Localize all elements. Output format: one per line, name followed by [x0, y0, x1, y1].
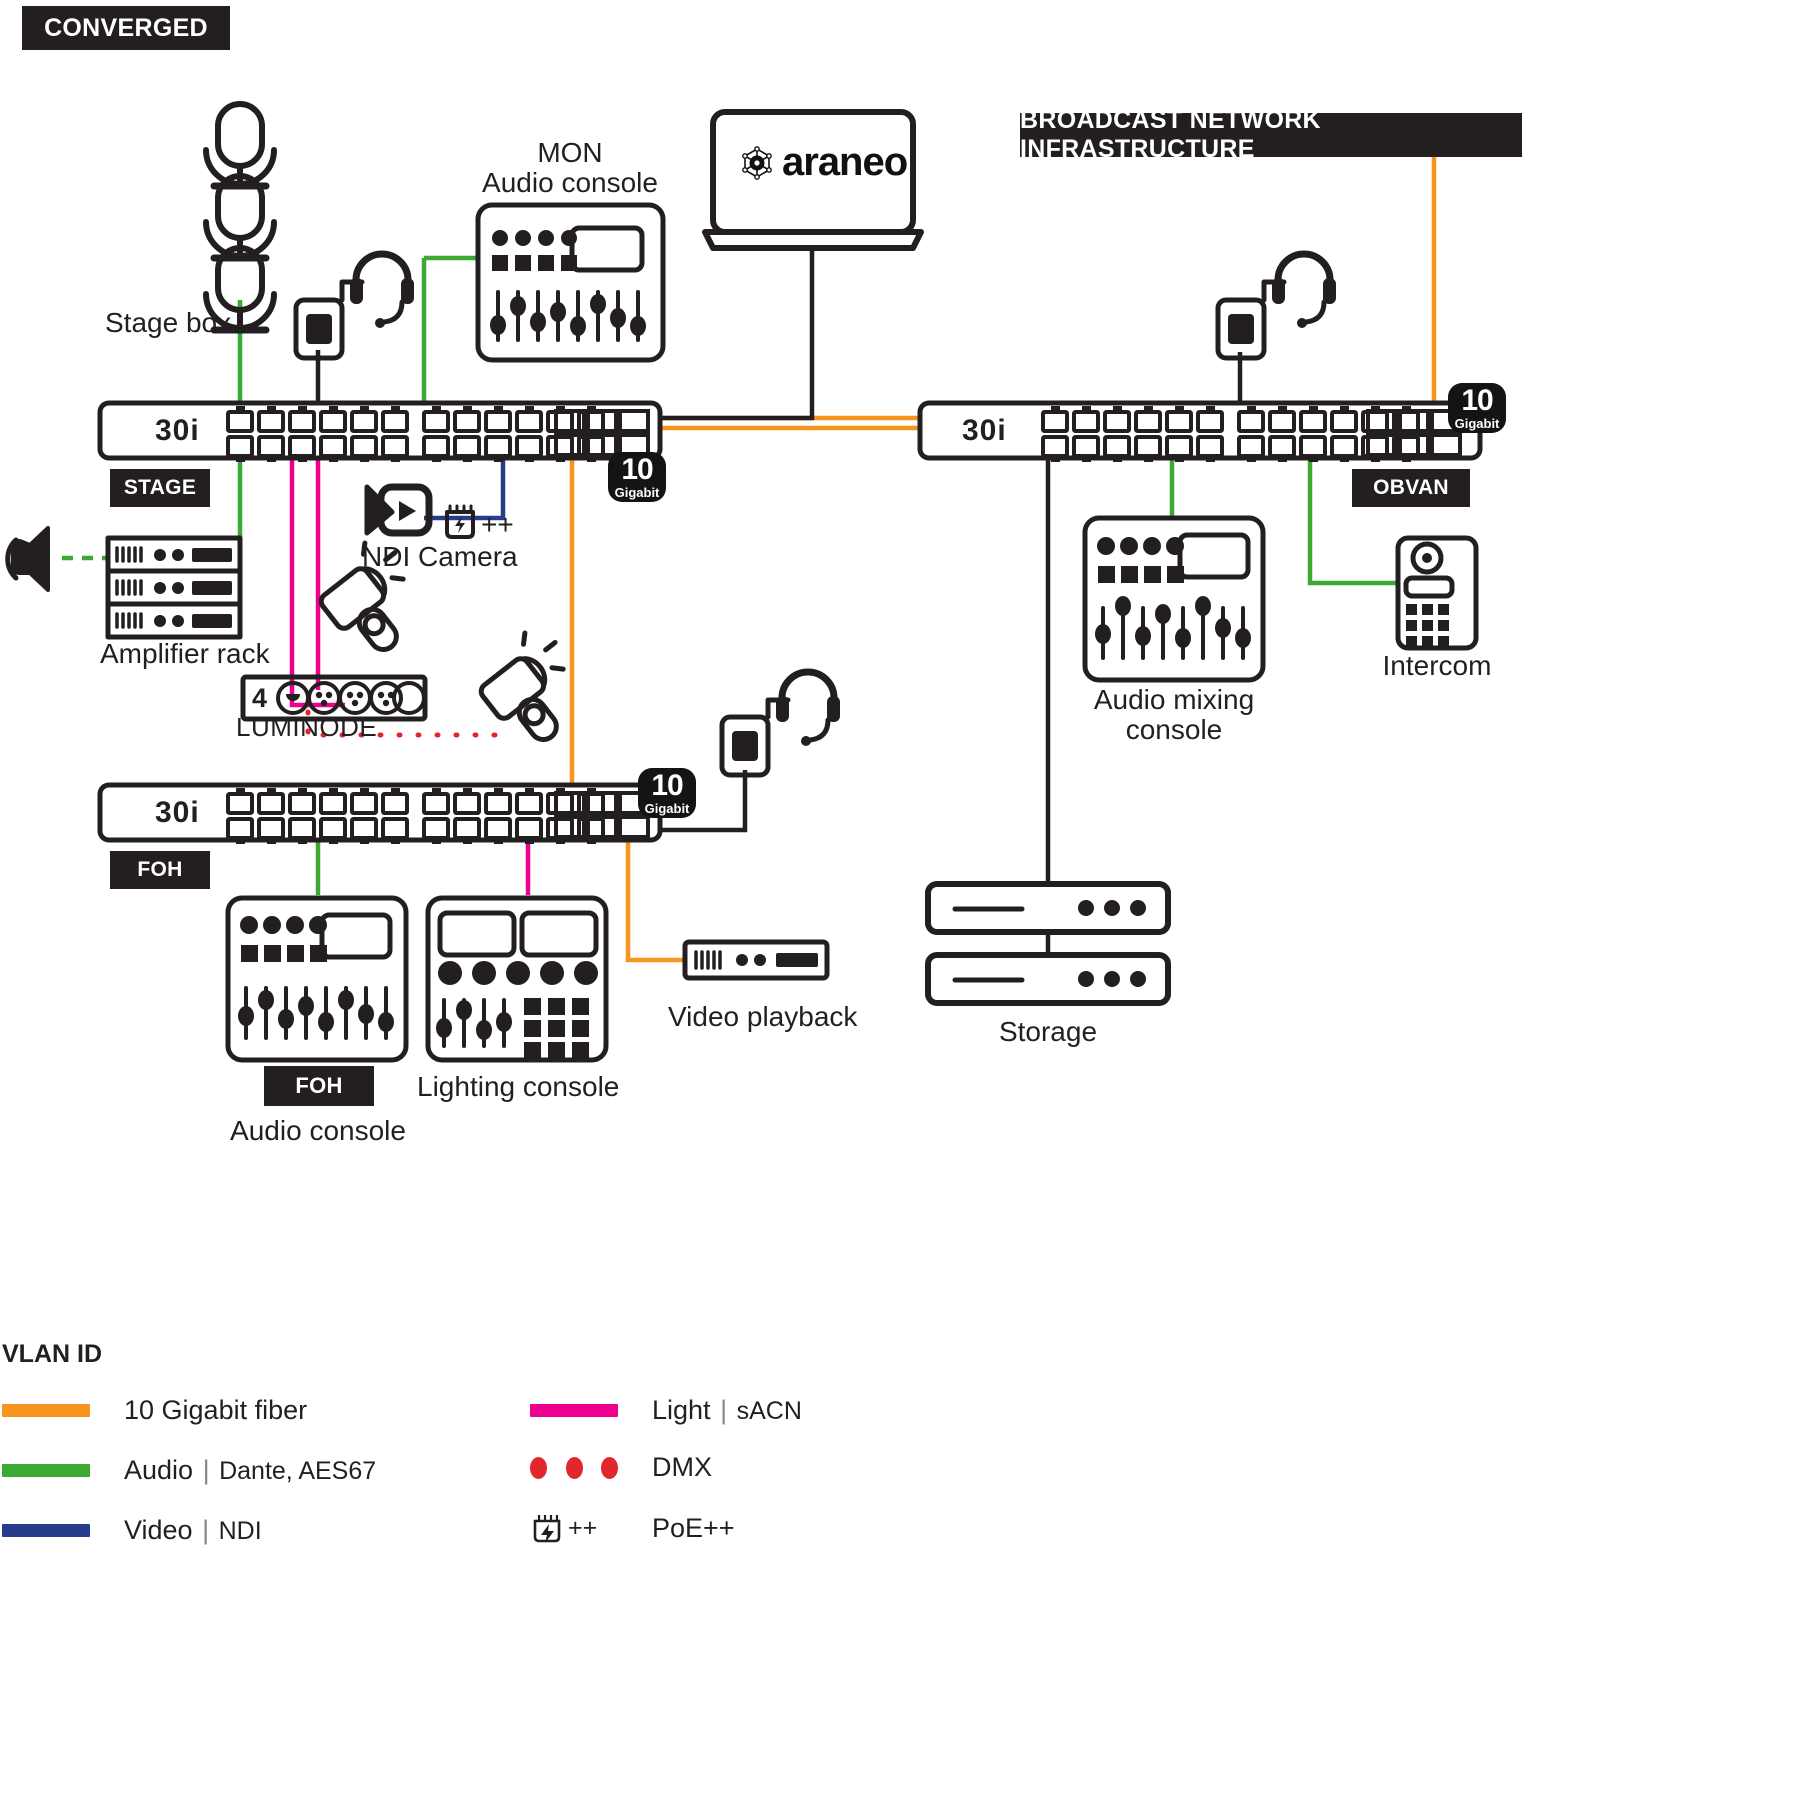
araneo-logo: araneo — [740, 140, 908, 185]
araneo-mark-icon — [742, 145, 772, 180]
legend-swatch-dmx — [530, 1456, 618, 1479]
label-stage-box: Stage box — [105, 307, 232, 338]
speed-badge-stage-value: 10 — [621, 453, 653, 486]
svg-text:30i: 30i — [962, 414, 1007, 447]
poe-plus-glyph: ++ — [568, 1513, 598, 1542]
label-intercom: Intercom — [1382, 650, 1492, 681]
speed-badge-foh: 10 Gigabit — [638, 768, 696, 818]
svg-text:30i: 30i — [155, 414, 200, 447]
legend-item-audio: Audio | Dante, AES67 — [2, 1455, 376, 1486]
zone-badge-foh: FOH — [110, 851, 210, 889]
legend-title: VLAN ID — [2, 1340, 102, 1368]
label-luminode: LUMINODE — [236, 712, 378, 742]
legend-item-poe: ++ PoE++ — [530, 1512, 735, 1544]
speed-badge-obvan-value: 10 — [1461, 384, 1493, 417]
converged-badge: CONVERGED — [22, 6, 230, 50]
legend-label-video: Video | NDI — [124, 1515, 262, 1545]
poe-plug-icon: ++ — [530, 1512, 618, 1544]
speed-badge-foh-unit: Gigabit — [644, 801, 690, 816]
legend-item-video: Video | NDI — [2, 1515, 262, 1546]
legend-item-dmx: DMX — [530, 1452, 712, 1483]
label-foh-audio-console: Audio console — [230, 1115, 406, 1146]
legend-label-poe: PoE++ — [652, 1512, 735, 1543]
speed-badge-stage-unit: Gigabit — [614, 485, 660, 500]
switches-layer: 30i 30i 30i — [97, 400, 1483, 1811]
label-storage: Storage — [998, 1016, 1098, 1047]
legend-swatch-fiber — [2, 1404, 90, 1417]
broadcast-infrastructure-badge: BROADCAST NETWORK INFRASTRUCTURE — [1020, 106, 1522, 163]
switch-stage: 30i — [97, 400, 663, 462]
label-poe-plus-plus: ++ — [481, 509, 514, 540]
speed-badge-foh-value: 10 — [651, 769, 683, 802]
label-mon-console-line1: MON — [537, 137, 603, 168]
label-lighting-console: Lighting console — [417, 1071, 620, 1102]
label-ndi-camera: NDI Camera — [362, 541, 518, 572]
zone-badge-stage: STAGE — [110, 469, 210, 507]
svg-text:30i: 30i — [155, 796, 200, 829]
legend-item-light: Light | sACN — [530, 1395, 802, 1426]
legend-label-audio: Audio | Dante, AES67 — [124, 1455, 377, 1485]
legend-swatch-audio — [2, 1464, 90, 1477]
legend-label-dmx: DMX — [652, 1452, 712, 1482]
legend-item-fiber: 10 Gigabit fiber — [2, 1395, 307, 1426]
speed-badge-stage: 10 Gigabit — [608, 452, 666, 502]
zone-badge-obvan: OBVAN — [1352, 469, 1470, 507]
legend-label-light: Light | sACN — [652, 1395, 802, 1425]
foh-console-badge: FOH — [264, 1066, 374, 1106]
switch-foh: 30i — [97, 782, 663, 844]
label-video-playback: Video playback — [668, 1001, 858, 1032]
label-luminode-port-count: 4 — [252, 683, 268, 713]
label-mon-console-line2: Audio console — [482, 167, 658, 198]
araneo-wordmark: araneo — [782, 140, 908, 184]
label-amplifier-rack: Amplifier rack — [100, 638, 270, 669]
legend-swatch-light — [530, 1404, 618, 1417]
diagram-canvas: 30i 30i 30i araneo CONVERGED BROADCAST N… — [0, 0, 1800, 1811]
label-audio-mixing-line2: console — [1125, 714, 1223, 745]
speed-badge-obvan: 10 Gigabit — [1448, 383, 1506, 433]
speed-badge-obvan-unit: Gigabit — [1454, 416, 1500, 431]
legend-label-fiber: 10 Gigabit fiber — [124, 1395, 308, 1425]
label-audio-mixing-line1: Audio mixing — [1093, 684, 1255, 715]
switch-obvan: 30i — [917, 400, 1483, 462]
legend-swatch-video — [2, 1524, 90, 1537]
